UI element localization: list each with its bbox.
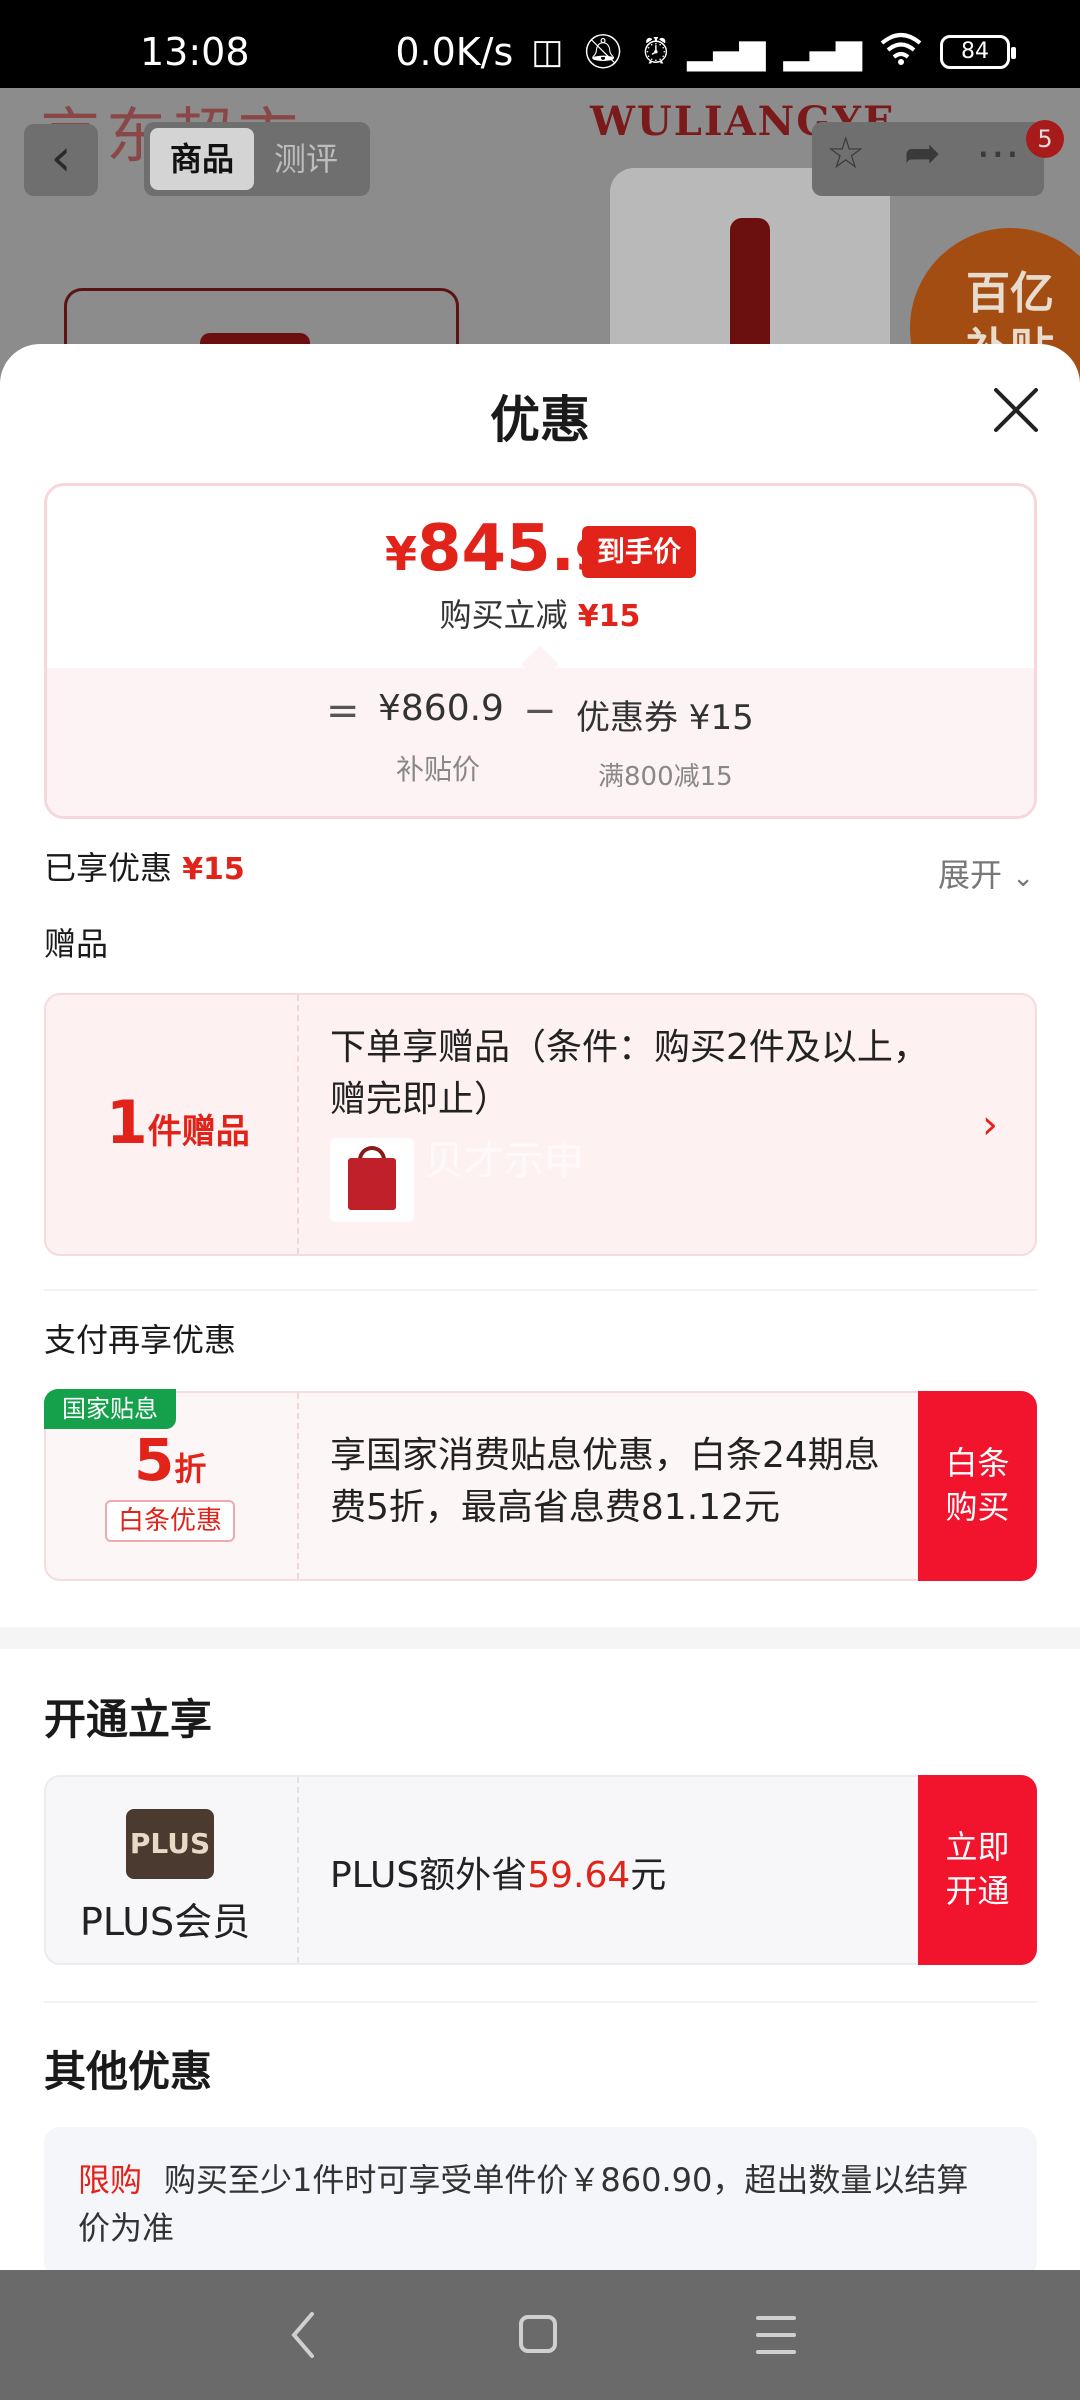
share-icon[interactable]: ➦ [904, 128, 941, 179]
baitiao-tag: 白条优惠 [105, 1500, 235, 1542]
national-subsidy-tag: 国家贴息 [44, 1389, 176, 1429]
equals-sign: = [326, 688, 360, 734]
sheet-title: 优惠 [490, 391, 590, 449]
minus-sign: − [523, 688, 557, 734]
divider [44, 2001, 1037, 2003]
nav-back-icon[interactable] [288, 2310, 318, 2364]
chevron-right-icon[interactable]: › [982, 1102, 998, 1148]
tab-review[interactable]: 测评 [254, 128, 358, 190]
discount-rate: 5折 [134, 1426, 207, 1494]
signal-icon-2: ▂▄▆ [783, 32, 862, 72]
reduce-line: 购买立减 ¥15 [439, 596, 641, 634]
divider [44, 1289, 1037, 1291]
status-icons: 0.0K/s ◫ 🔕︎ ⏰︎ ▂▄▆ ▂▄▆ 84 [395, 30, 1016, 74]
plus-member-name: PLUS会员 [80, 1900, 251, 1944]
mute-icon: 🔕︎ [581, 32, 625, 72]
star-icon[interactable]: ☆ [826, 128, 865, 179]
plus-open-button[interactable]: 立即 开通 [918, 1775, 1037, 1965]
battery-icon: 84 [940, 35, 1016, 69]
pay-card-divider [297, 1393, 299, 1579]
final-price-badge: 到手价 [582, 526, 696, 578]
plus-logo-icon: PLUS [126, 1809, 214, 1879]
top-tabs: 商品 测评 [144, 122, 370, 196]
pay-offer-description: 享国家消费贴息优惠，白条24期息费5折，最高省息费81.12元 [330, 1435, 880, 1528]
expand-button[interactable]: 展开 ⌄ [938, 850, 1034, 896]
wifi-icon [880, 31, 922, 74]
signal-icon: ▂▄▆ [687, 32, 766, 72]
gift-card-divider [297, 995, 299, 1254]
enjoyed-discount: 已享优惠 ¥15 [44, 849, 245, 887]
gift-section-title: 赠品 [44, 925, 109, 963]
pay-section-title: 支付再享优惠 [44, 1321, 237, 1359]
net-speed: 0.0K/s [395, 30, 514, 74]
message-badge: 5 [1026, 120, 1064, 158]
section-gap [0, 1627, 1080, 1649]
nav-menu-icon[interactable] [754, 2310, 798, 2364]
gift-bag-image [330, 1138, 414, 1222]
baitiao-buy-button[interactable]: 白条 购买 [918, 1391, 1037, 1581]
coupon-rule: 满800减15 [598, 762, 733, 792]
reduce-amount: ¥15 [577, 599, 641, 634]
status-time: 13:08 [140, 30, 250, 74]
limit-tag: 限购 [78, 2161, 143, 2199]
tab-product[interactable]: 商品 [150, 128, 254, 190]
gift-description: 下单享赠品（条件：购买2件及以上，赠完即止） [330, 1027, 929, 1120]
plus-card-divider [297, 1777, 299, 1963]
coupon-value: 优惠券 ¥15 [576, 698, 754, 738]
other-section-title: 其他优惠 [44, 2047, 213, 2096]
gift-watermark: 贝才示申 [424, 1138, 584, 1184]
top-actions: ☆ ➦ ⋯ [812, 122, 1044, 196]
subsidy-price: ¥860.9 [378, 688, 504, 729]
back-button[interactable]: ‹ [24, 124, 98, 196]
nfc-icon: ◫ [531, 32, 564, 72]
subsidy-price-label: 补贴价 [396, 753, 481, 786]
chevron-down-icon: ⌄ [1012, 863, 1034, 893]
limit-offer-text: 限购 购买至少1件时可享受单件价￥860.90，超出数量以结算价为准 [78, 2161, 969, 2247]
more-icon[interactable]: ⋯ [976, 128, 1020, 179]
status-bar: 13:08 0.0K/s ◫ 🔕︎ ⏰︎ ▂▄▆ ▂▄▆ 84 [0, 0, 1080, 88]
close-icon[interactable] [986, 380, 1046, 440]
plus-savings-amount: 59.64 [527, 1855, 631, 1896]
gift-count: 1件赠品 [106, 1088, 250, 1158]
alarm-icon: ⏰︎ [642, 32, 670, 72]
nav-home-icon[interactable] [518, 2310, 558, 2364]
open-section-title: 开通立享 [44, 1695, 213, 1744]
plus-offer-text: PLUS额外省59.64元 [330, 1855, 667, 1896]
final-price: ¥845.9 [385, 512, 606, 586]
